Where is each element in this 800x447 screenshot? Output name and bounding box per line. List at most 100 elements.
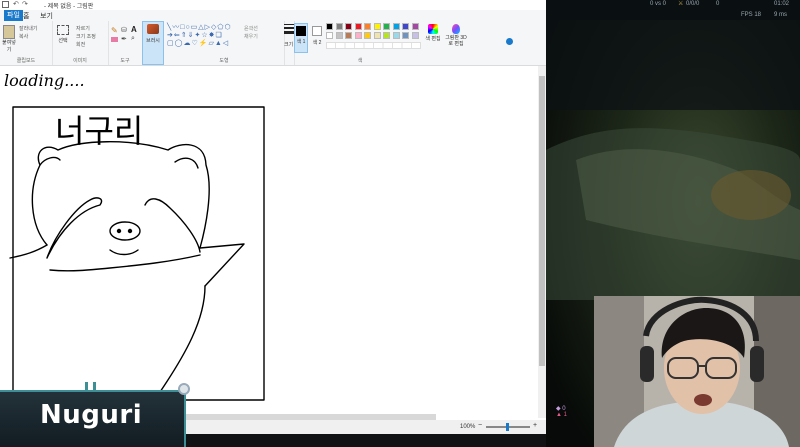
palette-swatch[interactable] <box>335 23 343 30</box>
edit-colors-button[interactable]: 색 편집 <box>424 23 442 53</box>
copy-button[interactable]: 복사 <box>19 33 28 40</box>
canvas-area[interactable]: 너구리 loading.... <box>0 66 538 418</box>
game-timer: 01:02 <box>774 1 790 7</box>
clipboard-group: 붙여넣기 잘라내기 복사 클립보드 <box>0 21 53 65</box>
nameplate-corner-icon <box>178 383 190 395</box>
clipboard-icon <box>3 25 15 39</box>
color2-button[interactable]: 색 2 <box>310 23 324 53</box>
tab-view[interactable]: 보기 <box>40 11 53 21</box>
palette-empty-row <box>326 42 422 50</box>
palette-swatch[interactable] <box>411 32 419 39</box>
fill-button[interactable]: 채우기 <box>244 33 258 40</box>
eraser-icon[interactable] <box>111 37 118 42</box>
palette-swatch[interactable] <box>411 23 419 30</box>
resize-button[interactable]: 크기 조정 <box>76 33 96 40</box>
palette-swatch[interactable] <box>402 32 409 39</box>
magnifier-icon[interactable]: ⌕ <box>131 35 135 43</box>
colors-group-label: 색 <box>357 58 363 64</box>
canvas-text-korean: 너구리 <box>55 112 143 150</box>
brush-icon <box>147 24 159 34</box>
window-title: - 제목 없음 - 그림판 <box>44 4 94 10</box>
ping-readout: 9 ms <box>774 12 788 18</box>
paste-button[interactable]: 붙여넣기 <box>2 25 16 53</box>
pencil-icon[interactable]: ✎ <box>111 26 118 35</box>
palette-swatch[interactable] <box>392 23 400 30</box>
paint3d-icon <box>452 24 460 34</box>
color-picker-icon[interactable]: ✒ <box>121 35 127 43</box>
edit-colors-label: 색 편집 <box>425 36 441 42</box>
kda: 0/0/0 <box>686 1 700 7</box>
select-icon <box>57 25 69 35</box>
palette-swatch[interactable] <box>345 23 352 30</box>
color1-label: 색 1 <box>296 39 306 45</box>
clipboard-group-label: 클립보드 <box>16 58 36 64</box>
tab-home[interactable]: 홈 <box>23 11 29 21</box>
fill-bucket-icon[interactable]: ⛁ <box>121 26 127 34</box>
palette-swatch[interactable] <box>354 23 362 30</box>
palette-swatch[interactable] <box>326 23 333 30</box>
palette-swatch[interactable] <box>364 23 371 30</box>
image-group-label: 이미지 <box>73 58 87 64</box>
drawing-canvas[interactable]: 너구리 loading.... <box>0 66 538 418</box>
raccoon-snout <box>109 221 141 241</box>
rotate-button[interactable]: 회전 <box>76 41 85 48</box>
palette-swatch[interactable] <box>364 32 371 39</box>
shapes-group: ╲〰□○▭△▷◇⬠⬡ ➔⇐⇑⇓✦☆✸❏ ▢◯☁♡⚡▱▲◁ 윤곽선 채우기 도형 <box>164 21 285 65</box>
cs-count: 0 <box>716 1 720 7</box>
zoom-out-icon[interactable]: − <box>478 422 482 429</box>
level-readout: ▲ 1 <box>556 412 596 418</box>
palette-swatch[interactable] <box>392 32 400 39</box>
palette-swatch[interactable] <box>326 32 333 39</box>
raccoon-mask-left <box>46 197 103 259</box>
ribbon-tabs: 파일 홈 보기 <box>0 10 546 21</box>
palette-swatch[interactable] <box>402 23 409 30</box>
palette-swatch[interactable] <box>354 32 362 39</box>
undo-icon[interactable]: ↶ <box>13 0 19 8</box>
quick-save-icon[interactable] <box>2 1 9 8</box>
team-score: 0 vs 0 <box>650 1 667 7</box>
palette-swatch[interactable] <box>335 32 343 39</box>
select-button[interactable]: 선택 <box>56 25 70 44</box>
text-icon[interactable]: A <box>131 25 137 34</box>
paint3d-button[interactable]: 그림판 3D로 편집 <box>444 23 468 53</box>
streamer-name: Nuguri <box>40 400 143 430</box>
tools-group-label: 도구 <box>120 58 130 64</box>
vertical-scroll-thumb[interactable] <box>539 76 545 366</box>
cut-button[interactable]: 잘라내기 <box>19 25 37 32</box>
zoom-slider[interactable] <box>486 423 530 431</box>
palette-swatch[interactable] <box>383 23 390 30</box>
gold-readout: ◆ 0 <box>556 405 596 412</box>
level-value: 1 <box>563 412 567 418</box>
webcam-overlay <box>594 296 800 447</box>
game-hud: 0 vs 0 ⚔ 0/0/0 0 01:02 FPS 18 9 ms <box>546 0 800 20</box>
fps-readout: FPS 18 <box>741 12 762 18</box>
size-label: 크기 <box>284 42 294 48</box>
color2-swatch <box>312 26 322 36</box>
palette-swatch[interactable] <box>345 32 352 39</box>
size-lines-icon <box>284 24 294 34</box>
nameplate-accent-bar <box>85 382 88 392</box>
brush-button[interactable]: 브러시 <box>142 21 164 65</box>
outline-button[interactable]: 윤곽선 <box>244 25 258 32</box>
color1-button[interactable]: 색 1 <box>294 23 308 53</box>
zoom-slider-thumb[interactable] <box>506 423 509 431</box>
tab-file[interactable]: 파일 <box>4 10 23 21</box>
vertical-scrollbar[interactable] <box>538 66 546 418</box>
zoom-in-icon[interactable]: + <box>533 422 537 429</box>
palette-swatch[interactable] <box>373 32 381 39</box>
ribbon: 붙여넣기 잘라내기 복사 클립보드 선택 자르기 크기 조정 회전 이미지 ✎ … <box>0 21 546 66</box>
streamer-nameplate: Nuguri <box>0 382 190 447</box>
bottom-hud: ◆ 0 ▲ 1 <box>556 405 596 435</box>
level-icon: ▲ <box>556 412 562 418</box>
drawn-frame <box>12 106 265 401</box>
shapes-group-label: 도형 <box>219 58 229 64</box>
palette-swatch[interactable] <box>383 32 390 39</box>
palette-swatch[interactable] <box>373 23 381 30</box>
crop-button[interactable]: 자르기 <box>76 25 90 32</box>
tools-group: ✎ ⛁ A ✒ ⌕ 도구 <box>108 21 143 65</box>
shapes-gallery[interactable]: ╲〰□○▭△▷◇⬠⬡ ➔⇐⇑⇓✦☆✸❏ ▢◯☁♡⚡▱▲◁ <box>167 24 237 48</box>
color-palette <box>326 23 422 59</box>
help-icon[interactable] <box>506 38 513 45</box>
redo-icon[interactable]: ↷ <box>22 0 28 8</box>
brush-label: 브러시 <box>146 38 160 44</box>
